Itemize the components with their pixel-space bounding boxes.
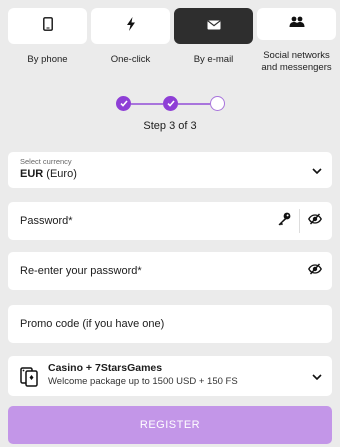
step-3-current xyxy=(210,96,225,111)
step-connector xyxy=(131,103,163,105)
tab-by-phone-box[interactable] xyxy=(8,8,87,44)
register-button[interactable]: REGISTER xyxy=(8,406,332,444)
promo-code-field[interactable]: Promo code (if you have one) xyxy=(8,305,332,343)
envelope-icon xyxy=(206,17,221,35)
currency-value: EUR (Euro) xyxy=(20,168,77,180)
reenter-password-field[interactable]: Re-enter your password* xyxy=(8,252,332,290)
tab-by-email-box[interactable] xyxy=(174,8,253,44)
step-2-complete xyxy=(163,96,178,111)
divider xyxy=(299,209,300,233)
key-icon[interactable] xyxy=(277,212,291,231)
tab-by-phone[interactable]: By phone xyxy=(8,8,87,74)
registration-method-tabs: By phone One-click By e-mail Social netw… xyxy=(8,8,336,74)
tab-social-networks-label: Social networks and messengers xyxy=(261,50,332,73)
progress-stepper xyxy=(116,96,225,112)
tab-by-email-label: By e-mail xyxy=(193,54,234,65)
check-icon xyxy=(119,100,128,107)
lightning-icon xyxy=(126,16,136,36)
phone-icon xyxy=(42,16,53,36)
casino-bonus-icon xyxy=(19,364,39,393)
password-field[interactable]: Password* xyxy=(8,202,332,240)
tab-one-click[interactable]: One-click xyxy=(91,8,170,74)
password-placeholder: Password* xyxy=(20,215,73,227)
currency-select-label: Select currency xyxy=(20,157,72,166)
bonus-select[interactable]: Casino + 7StarsGames Welcome package up … xyxy=(8,356,332,396)
promo-code-placeholder: Promo code (if you have one) xyxy=(20,318,165,330)
step-1-complete xyxy=(116,96,131,111)
chevron-down-icon[interactable] xyxy=(312,367,322,385)
reenter-password-placeholder: Re-enter your password* xyxy=(20,265,142,277)
eye-off-icon[interactable] xyxy=(308,262,322,280)
chevron-down-icon[interactable] xyxy=(312,161,322,179)
people-icon xyxy=(289,15,305,33)
tab-one-click-box[interactable] xyxy=(91,8,170,44)
currency-select[interactable]: Select currency EUR (Euro) xyxy=(8,152,332,188)
bonus-title: Casino + 7StarsGames xyxy=(48,362,163,374)
bonus-subtitle: Welcome package up to 1500 USD + 150 FS xyxy=(48,376,238,387)
eye-off-icon[interactable] xyxy=(308,212,322,230)
check-icon xyxy=(166,100,175,107)
tab-social-networks[interactable]: Social networks and messengers xyxy=(257,8,336,74)
tab-social-networks-box[interactable] xyxy=(257,8,336,40)
tab-by-phone-label: By phone xyxy=(27,54,68,65)
step-connector xyxy=(178,103,210,105)
tab-one-click-label: One-click xyxy=(110,54,151,65)
tab-by-email[interactable]: By e-mail xyxy=(174,8,253,74)
step-indicator-text: Step 3 of 3 xyxy=(143,120,197,132)
